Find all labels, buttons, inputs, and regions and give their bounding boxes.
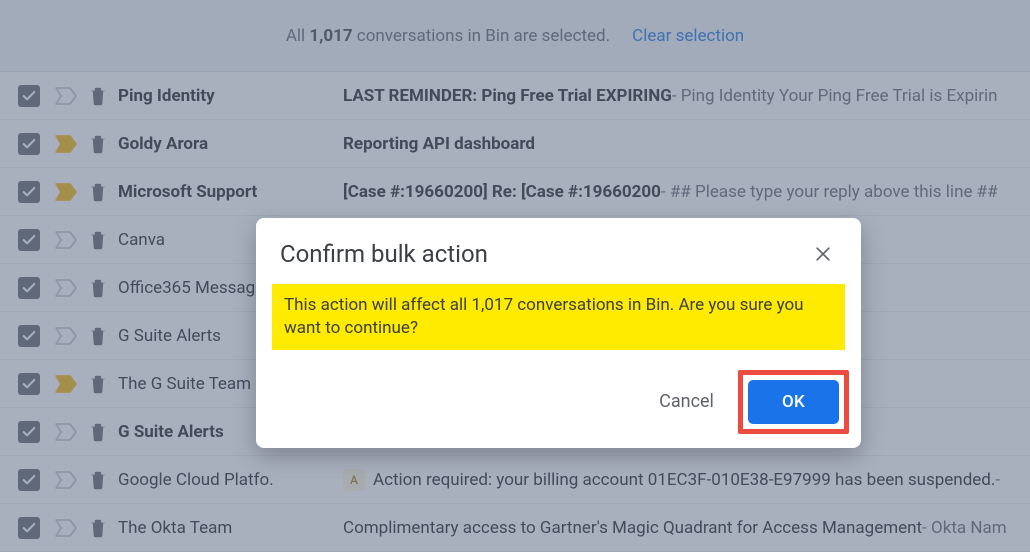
- cancel-button[interactable]: Cancel: [641, 381, 732, 422]
- confirm-bulk-action-dialog: Confirm bulk action This action will aff…: [256, 218, 861, 448]
- dialog-message: This action will affect all 1,017 conver…: [272, 284, 845, 350]
- ok-button[interactable]: OK: [748, 380, 839, 424]
- close-icon[interactable]: [809, 240, 837, 268]
- ok-button-highlight: OK: [738, 370, 849, 434]
- dialog-title: Confirm bulk action: [280, 240, 488, 268]
